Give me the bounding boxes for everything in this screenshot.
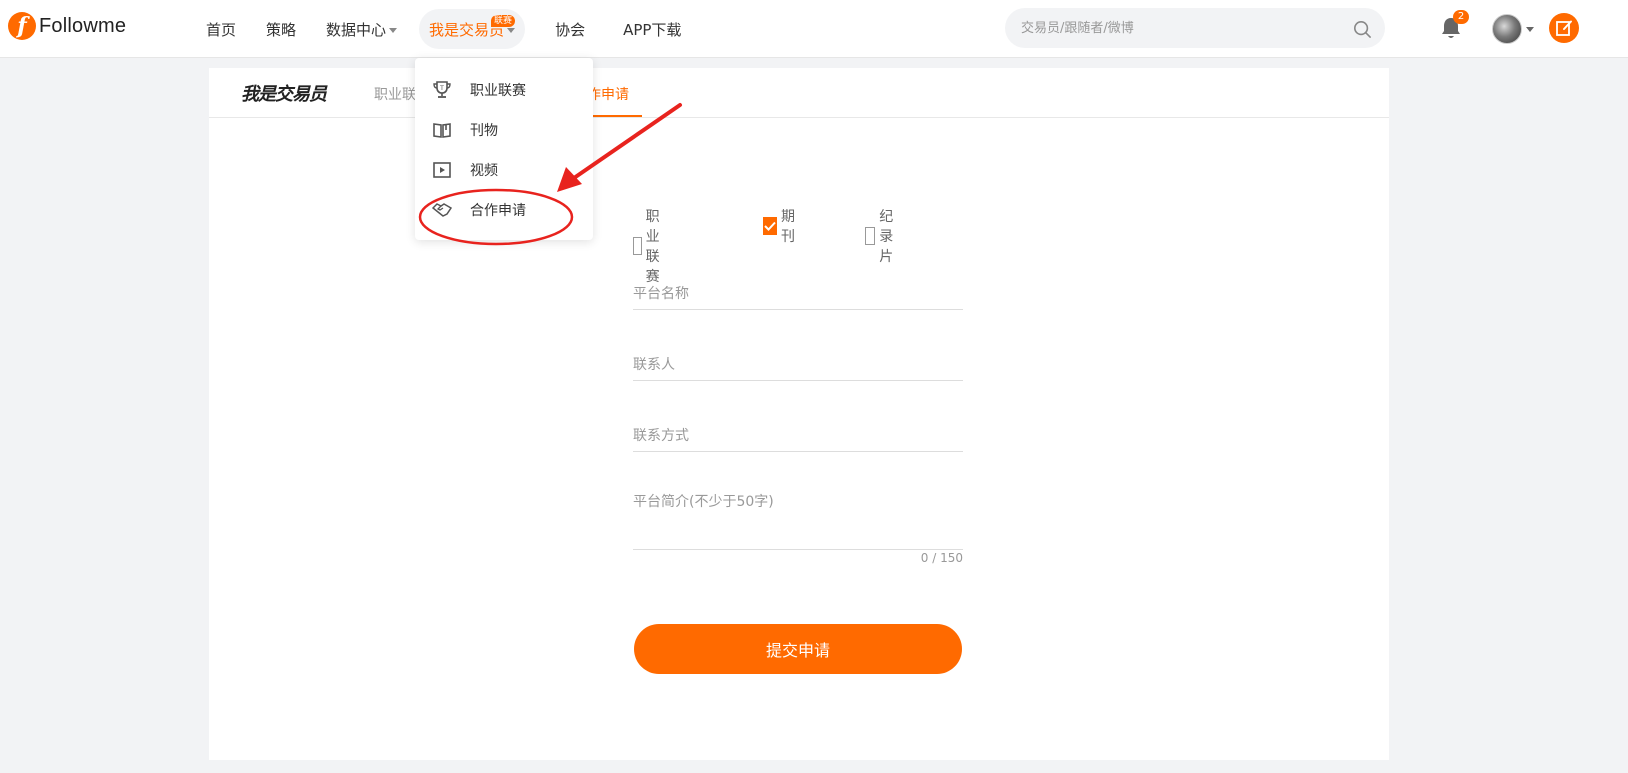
nav-strategy[interactable]: 策略 [266, 9, 296, 49]
trader-brand-logo: 我是交易员 [241, 84, 327, 105]
search-bar [1005, 8, 1385, 48]
nav-data-center[interactable]: 数据中心 [326, 9, 398, 49]
nav-trader[interactable]: 我是交易员 联赛 [419, 9, 526, 49]
main-nav: 首页 策略 数据中心 我是交易员 联赛 协会 APP下载 [198, 0, 681, 58]
video-icon [433, 162, 451, 178]
dropdown-label: 刊物 [470, 123, 498, 139]
checkbox-documentary[interactable]: 纪录片 [865, 206, 901, 266]
trophy-icon: T [433, 81, 451, 98]
nav-home[interactable]: 首页 [206, 9, 236, 49]
dropdown-item-cooperation[interactable]: 合作申请 [415, 192, 593, 228]
dropdown-item-publication[interactable]: 刊物 [415, 112, 593, 148]
dropdown-label: 合作申请 [470, 203, 526, 219]
checkbox-journal[interactable]: 期刊 [763, 206, 799, 246]
checkbox-label: 纪录片 [879, 209, 894, 265]
compose-button[interactable] [1549, 13, 1579, 43]
svg-text:T: T [439, 85, 444, 92]
platform-name-field[interactable] [633, 278, 963, 310]
trader-dropdown-menu: T 职业联赛 刊物 视频 合作申请 [415, 58, 593, 240]
avatar[interactable] [1492, 14, 1522, 44]
checkbox-label: 职业联赛 [645, 209, 660, 285]
logo-text: Followme [39, 14, 127, 37]
subtab-league[interactable]: 职业联 [374, 84, 416, 104]
followme-logo[interactable]: f Followme [8, 12, 126, 40]
search-icon[interactable] [1353, 20, 1371, 38]
character-counter: 0 / 150 [920, 551, 963, 565]
notification-count-badge: 2 [1453, 10, 1469, 24]
chevron-down-icon [507, 27, 516, 33]
edit-icon [1556, 20, 1572, 36]
checkbox-box-checked [763, 217, 777, 235]
contact-method-field[interactable] [633, 420, 963, 452]
checkbox-box [633, 237, 642, 255]
nav-app-download[interactable]: APP下载 [623, 9, 681, 49]
top-navbar: f Followme 首页 策略 数据中心 我是交易员 联赛 协会 APP下载 … [0, 0, 1628, 58]
logo-mark: f [8, 12, 36, 40]
nav-association[interactable]: 协会 [555, 9, 585, 49]
subtab-cooperation[interactable]: 作申请 [587, 84, 629, 104]
checkbox-league[interactable]: 职业联赛 [633, 206, 669, 286]
dropdown-label: 职业联赛 [470, 83, 526, 99]
checkbox-box [865, 227, 876, 245]
platform-intro-field[interactable] [633, 492, 963, 550]
submit-application-button[interactable]: 提交申请 [634, 624, 962, 674]
dropdown-label: 视频 [470, 163, 498, 179]
chevron-down-icon[interactable] [1526, 27, 1534, 32]
handshake-icon [432, 203, 452, 217]
dropdown-item-league[interactable]: T 职业联赛 [415, 72, 593, 108]
nav-data-center-label: 数据中心 [326, 20, 387, 39]
checkbox-label: 期刊 [781, 209, 795, 245]
dropdown-item-video[interactable]: 视频 [415, 152, 593, 188]
book-icon [433, 123, 451, 138]
search-input[interactable] [1021, 8, 1341, 48]
contact-person-field[interactable] [633, 349, 963, 381]
sub-navbar: 我是交易员 职业联 作申请 [209, 68, 1389, 118]
chevron-down-icon [389, 27, 398, 33]
league-badge: 联赛 [491, 15, 516, 27]
checkmark-icon [764, 221, 776, 231]
